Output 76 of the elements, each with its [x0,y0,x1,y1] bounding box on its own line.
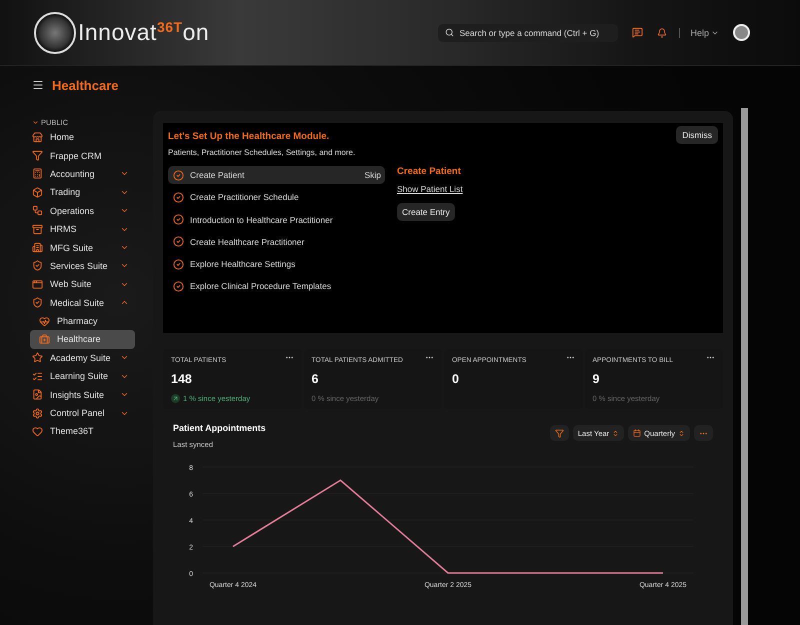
sidebar-item[interactable]: Web Suite [30,275,135,294]
sidebar-item-icon [32,352,43,364]
sidebar-item-icon [32,260,43,272]
search-field[interactable]: Search or type a command (Ctrl + G) [438,24,618,42]
sidebar-item[interactable]: Insights Suite [30,385,135,404]
sidebar-item[interactable]: Trading [30,183,135,202]
sidebar-item-icon [32,168,43,180]
sidebar-item[interactable]: Healthcare [30,330,135,349]
page-title: Healthcare [52,78,118,92]
sidebar-item-icon [32,370,43,382]
sidebar-item-icon [32,426,43,437]
stat-value: 0 [452,372,460,386]
sidebar-item[interactable]: MFG Suite [30,238,135,257]
onboarding-step[interactable]: Explore Healthcare Settings [168,255,385,274]
sidebar-item-icon [32,278,43,290]
search-icon [445,28,454,37]
seal-logo-icon [34,12,76,54]
check-circle-icon [173,258,184,270]
sidebar-item[interactable]: Services Suite [30,256,135,276]
sidebar-item-icon [32,297,43,308]
trend-up-icon [171,394,180,403]
help-menu[interactable]: Help [679,28,719,38]
menu-icon[interactable] [32,79,44,91]
sidebar-item-icon [32,132,43,143]
sidebar-item-icon [32,186,43,198]
sidebar-item-icon [32,150,43,162]
scrollbar[interactable] [741,108,748,625]
sidebar-item[interactable]: HRMS [30,220,135,238]
sidebar-item[interactable]: Medical Suite [30,294,135,312]
onboarding-step[interactable]: Introduction to Healthcare Practitioner [168,210,385,229]
sidebar-item-icon [32,205,43,216]
sidebar-item[interactable]: Frappe CRM [30,146,135,165]
sidebar-item[interactable]: Home [30,128,135,146]
onboarding-step[interactable]: Create Practitioner Schedule [168,188,385,206]
stat-value: 6 [312,372,320,386]
step-title: Create Patient [397,166,461,177]
onboarding-title: Let's Set Up the Healthcare Module. [168,131,330,142]
sidebar-item[interactable]: Theme36T [30,422,135,441]
stat-value: 9 [592,372,600,386]
check-circle-icon [173,170,184,180]
create-entry-button[interactable]: Create Entry [397,203,455,221]
onboarding-step[interactable]: Create Patient Skip [168,166,385,184]
check-circle-icon [173,236,184,248]
sidebar-item[interactable]: Control Panel [30,404,135,422]
calendar-icon [633,429,642,437]
onboarding-step[interactable]: Explore Clinical Procedure Templates [168,277,385,296]
sidebar-item[interactable]: Operations [30,202,135,220]
up-down-icon [678,430,685,436]
skip-button[interactable]: Skip [364,170,381,180]
sidebar-item-icon [39,334,50,345]
sidebar-item-icon [32,389,43,400]
check-circle-icon [173,280,184,292]
user-avatar[interactable] [733,24,750,41]
stat-value: 148 [171,372,193,386]
dismiss-button[interactable]: Dismiss [676,126,718,144]
sidebar-item-icon [32,242,43,254]
sidebar-item-icon [32,224,43,235]
chevron-down-icon [32,118,39,126]
sidebar-item[interactable]: Accounting [30,164,135,184]
filter-button[interactable] [550,425,569,441]
show-list-link[interactable]: Show Patient List [397,184,463,194]
sidebar-item[interactable]: Pharmacy [30,312,135,330]
sidebar-item-icon [32,408,43,419]
filter-icon [554,428,564,438]
search-placeholder: Search or type a command (Ctrl + G) [459,28,600,38]
up-down-icon [612,430,620,436]
chat-icon[interactable] [632,27,644,38]
check-circle-icon [173,214,184,226]
onboarding-step[interactable]: Create Healthcare Practitioner [168,232,385,251]
sidebar-item[interactable]: Learning Suite [30,367,135,386]
sidebar-item-icon [39,316,50,327]
sidebar-item[interactable]: Academy Suite [30,348,135,368]
chart-title: Patient Appointments [173,423,266,433]
notification-icon[interactable] [657,28,668,38]
check-circle-icon [173,192,184,203]
onboarding-subtitle: Patients, Practitioner Schedules, Settings, and more. [168,148,356,157]
